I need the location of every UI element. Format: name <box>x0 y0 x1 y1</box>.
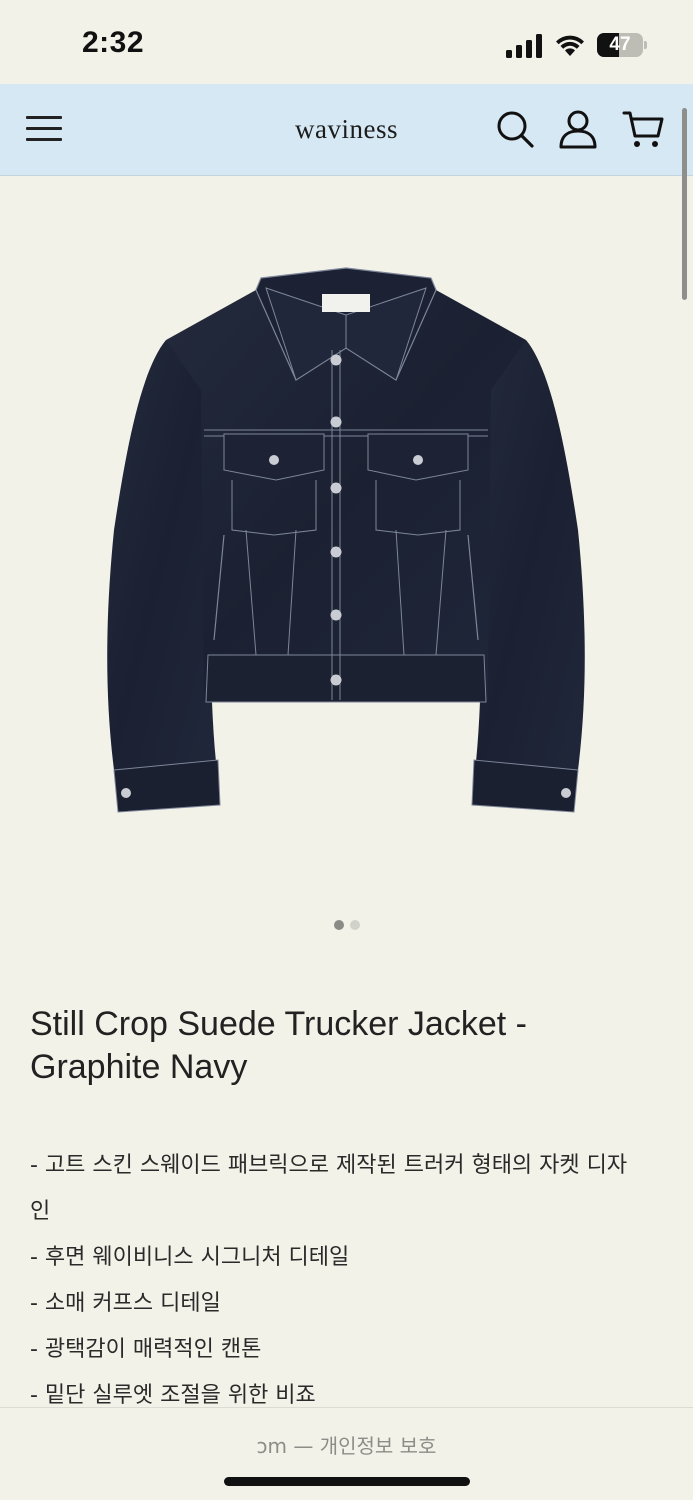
product-title: Still Crop Suede Trucker Jacket - Graphi… <box>30 1005 527 1086</box>
battery-percent: 47 <box>609 34 631 55</box>
browser-bottom-bar: ɔm — 개인정보 보호 <box>0 1407 693 1500</box>
description-line: - 후면 웨이비니스 시그니처 디테일 <box>30 1245 350 1270</box>
cellular-signal-icon <box>506 34 542 58</box>
url-privacy-text[interactable]: ɔm — 개인정보 보호 <box>0 1430 693 1459</box>
carousel-dot-1[interactable] <box>333 920 344 930</box>
description-line: - 소매 커프스 디테일 <box>30 1291 221 1316</box>
battery-tip <box>644 41 647 49</box>
scrollbar[interactable] <box>682 108 687 300</box>
description-line: 인 <box>30 1199 51 1224</box>
carousel-dots <box>0 920 693 930</box>
product-image-jacket[interactable] <box>96 230 596 820</box>
wifi-icon <box>556 35 584 56</box>
site-header: waviness <box>0 84 693 176</box>
description-line: - 고트 스킨 스웨이드 패브릭으로 제작된 트러커 형태의 자켓 디자 <box>30 1153 628 1178</box>
product-description: - 고트 스킨 스웨이드 패브릭으로 제작된 트러커 형태의 자켓 디자 인 -… <box>30 1143 670 1419</box>
search-icon[interactable] <box>494 108 536 150</box>
status-time: 2:32 <box>82 26 145 59</box>
cart-icon[interactable] <box>622 108 664 150</box>
account-icon[interactable] <box>557 108 599 150</box>
home-indicator[interactable] <box>224 1477 470 1486</box>
carousel-dot-2[interactable] <box>349 920 360 930</box>
status-bar: 2:32 47 <box>0 0 693 84</box>
battery-icon: 47 <box>597 33 643 57</box>
description-line: - 광택감이 매력적인 캔톤 <box>30 1337 262 1362</box>
